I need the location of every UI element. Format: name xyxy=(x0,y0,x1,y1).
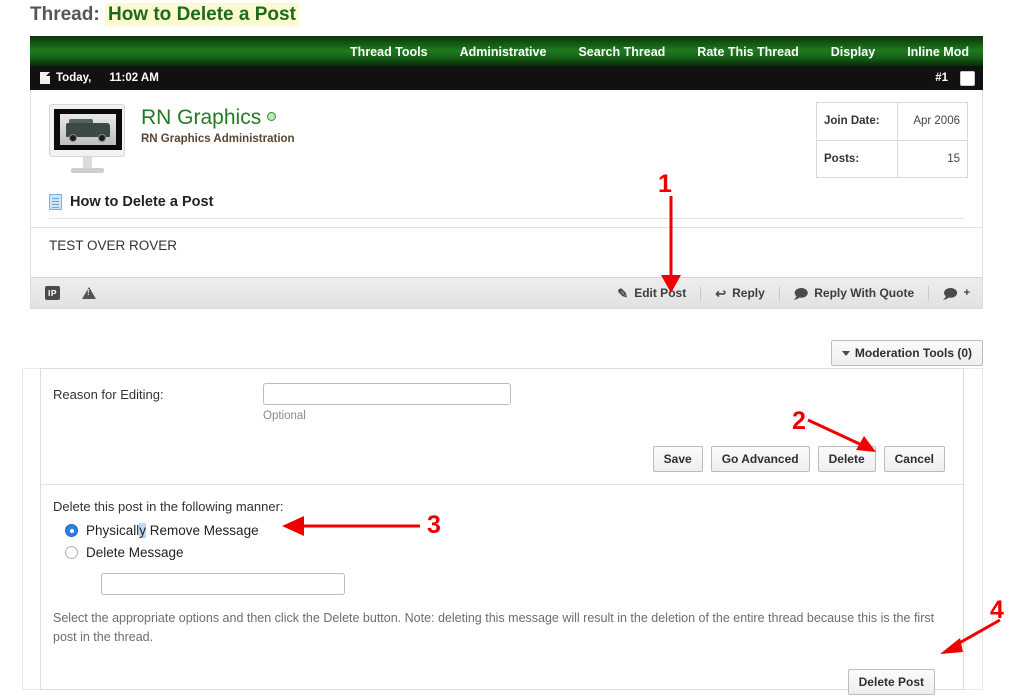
post-content: TEST OVER ROVER xyxy=(31,228,982,277)
delete-options-section: Delete this post in the following manner… xyxy=(41,485,963,700)
table-row: Join Date: Apr 2006 xyxy=(817,103,968,141)
radio-physically-remove-icon[interactable] xyxy=(65,524,78,537)
reason-field-row: Reason for Editing: Optional xyxy=(53,383,949,422)
edit-post-button[interactable]: ✎ Edit Post xyxy=(617,286,686,300)
vehicle-wheel-rear xyxy=(98,134,106,142)
edit-post-label: Edit Post xyxy=(634,286,686,300)
thread-toolbar: Thread Tools Administrative Search Threa… xyxy=(30,36,983,66)
nav-rate-this-thread[interactable]: Rate This Thread xyxy=(697,45,798,59)
quick-edit-panel: Reason for Editing: Optional Save Go Adv… xyxy=(40,368,964,690)
chevron-down-icon xyxy=(842,351,850,356)
reason-for-editing-input[interactable] xyxy=(263,383,511,405)
nav-display[interactable]: Display xyxy=(831,45,875,59)
delete-manner-legend: Delete this post in the following manner… xyxy=(53,499,949,514)
delete-warning-note: Select the appropriate options and then … xyxy=(53,609,949,647)
avatar-monitor-foot xyxy=(71,168,104,173)
nav-administrative[interactable]: Administrative xyxy=(460,45,547,59)
reply-label: Reply xyxy=(732,286,765,300)
moderation-tools-row: Moderation Tools (0) xyxy=(831,340,983,366)
post-number[interactable]: #1 xyxy=(935,72,948,84)
post-time: 11:02 AM xyxy=(109,72,158,84)
join-date-value: Apr 2006 xyxy=(897,103,967,141)
reply-button[interactable]: ↩ Reply xyxy=(715,286,765,300)
post-date: Today, xyxy=(56,72,91,84)
save-button[interactable]: Save xyxy=(653,446,703,472)
post-author-name[interactable]: RN Graphics xyxy=(141,106,261,129)
post-title-row: How to Delete a Post xyxy=(31,188,982,228)
delete-post-button-row: Delete Post xyxy=(53,669,949,695)
post-action-bar: IP ✎ Edit Post ↩ Reply 🗩 Reply With Quot… xyxy=(30,277,983,309)
post-user-info: RN Graphics RN Graphics Administration J… xyxy=(31,90,982,188)
online-status-icon xyxy=(267,112,276,121)
delete-post-button[interactable]: Delete Post xyxy=(848,669,935,695)
ip-badge[interactable]: IP xyxy=(45,286,60,300)
moderation-tools-label: Moderation Tools (0) xyxy=(855,346,972,360)
delete-reason-input[interactable] xyxy=(101,573,345,595)
table-row: Posts: 15 xyxy=(817,140,968,178)
posts-value: 15 xyxy=(897,140,967,178)
report-warning-icon[interactable] xyxy=(82,287,96,299)
action-separator xyxy=(779,286,780,301)
multi-quote-button[interactable]: 🗩 + xyxy=(943,287,970,300)
reply-with-quote-button[interactable]: 🗩 Reply With Quote xyxy=(794,286,914,300)
multi-quote-icon: 🗩 xyxy=(943,287,957,300)
post-meta-bar: Today, 11:02 AM #1 xyxy=(30,66,983,90)
nav-thread-tools[interactable]: Thread Tools xyxy=(350,45,428,59)
cancel-button[interactable]: Cancel xyxy=(884,446,945,472)
edit-buttons-row: Save Go Advanced Delete Cancel xyxy=(53,446,949,472)
avatar-monitor-icon xyxy=(49,104,125,157)
avatar-vehicle-photo xyxy=(60,114,116,145)
option-physically-remove[interactable]: Physically Remove Message xyxy=(65,523,949,538)
post-select-checkbox[interactable] xyxy=(960,71,975,86)
option-delete-message[interactable]: Delete Message xyxy=(65,545,949,560)
reply-with-quote-label: Reply With Quote xyxy=(814,286,914,300)
reply-arrow-icon: ↩ xyxy=(715,287,726,300)
delete-button[interactable]: Delete xyxy=(818,446,876,472)
radio-delete-message-icon[interactable] xyxy=(65,546,78,559)
post-title: How to Delete a Post xyxy=(70,194,213,210)
multi-quote-plus-label: + xyxy=(964,287,970,299)
physically-remove-label: Physically Remove Message xyxy=(86,523,259,538)
edit-reason-section: Reason for Editing: Optional Save Go Adv… xyxy=(41,369,963,485)
user-stats-table: Join Date: Apr 2006 Posts: 15 xyxy=(816,102,968,178)
post-title-document-icon xyxy=(49,194,62,210)
action-separator xyxy=(928,286,929,301)
avatar-screen xyxy=(54,109,122,150)
avatar[interactable] xyxy=(49,102,127,178)
thread-title-text: How to Delete a Post xyxy=(105,3,299,26)
reason-for-editing-label: Reason for Editing: xyxy=(53,383,263,402)
post-body: RN Graphics RN Graphics Administration J… xyxy=(30,90,983,277)
thread-label: Thread: xyxy=(30,4,100,25)
posts-label: Posts: xyxy=(817,140,898,178)
post-document-icon xyxy=(40,72,50,84)
forum-post-page: Thread: How to Delete a Post Thread Tool… xyxy=(0,0,1013,700)
page-title: Thread: How to Delete a Post xyxy=(30,4,299,26)
post-container: Thread Tools Administrative Search Threa… xyxy=(30,36,983,309)
go-advanced-button[interactable]: Go Advanced xyxy=(711,446,810,472)
vehicle-wheel-front xyxy=(69,134,77,142)
action-separator xyxy=(700,286,701,301)
annotation-number-4: 4 xyxy=(990,598,1004,623)
username-block: RN Graphics RN Graphics Administration xyxy=(141,102,295,178)
nav-search-thread[interactable]: Search Thread xyxy=(578,45,665,59)
quote-bubble-icon: 🗩 xyxy=(794,287,808,300)
join-date-label: Join Date: xyxy=(817,103,898,141)
pencil-icon: ✎ xyxy=(617,287,628,300)
post-author-title: RN Graphics Administration xyxy=(141,133,295,145)
moderation-tools-button[interactable]: Moderation Tools (0) xyxy=(831,340,983,366)
nav-inline-mod[interactable]: Inline Mod xyxy=(907,45,969,59)
delete-message-label: Delete Message xyxy=(86,545,184,560)
reason-optional-hint: Optional xyxy=(263,410,511,422)
